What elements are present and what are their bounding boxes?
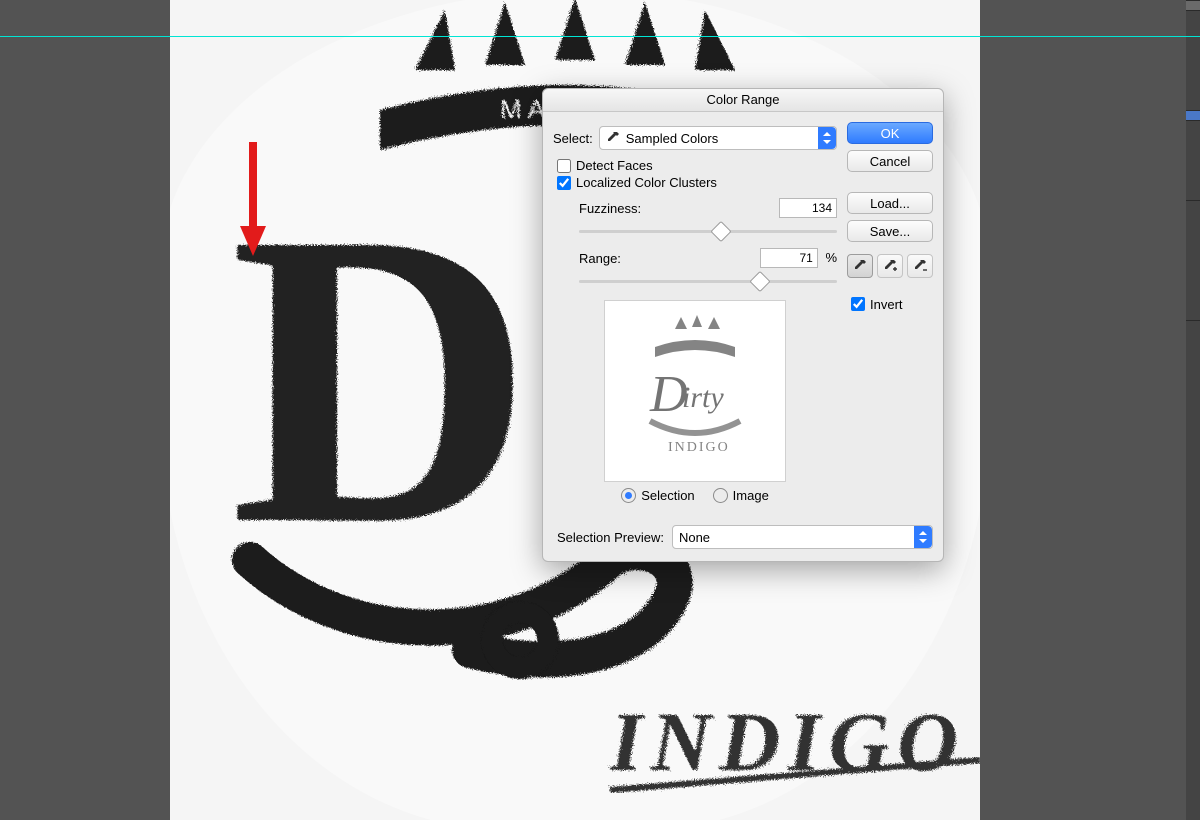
radio-icon (621, 488, 636, 503)
selection-preview-value: None (679, 530, 710, 545)
fuzziness-label: Fuzziness: (579, 201, 641, 216)
selection-preview-label: Selection Preview: (557, 530, 664, 545)
detect-faces-checkbox[interactable]: Detect Faces (557, 158, 837, 173)
load-button[interactable]: Load... (847, 192, 933, 214)
detect-faces-label: Detect Faces (576, 158, 653, 173)
range-label: Range: (579, 251, 621, 266)
radio-icon (713, 488, 728, 503)
range-slider[interactable] (579, 272, 837, 290)
eyedropper-minus-icon (913, 259, 927, 273)
eyedropper-icon (853, 259, 867, 273)
select-dropdown[interactable]: Sampled Colors (599, 126, 837, 150)
dialog-title[interactable]: Color Range (543, 89, 943, 112)
selection-preview-dropdown[interactable]: None (672, 525, 933, 549)
eyedropper-plus-icon (883, 259, 897, 273)
eyedropper-sample-tool[interactable] (847, 254, 873, 278)
range-input[interactable] (760, 248, 818, 268)
radio-label-selection: Selection (641, 488, 694, 503)
eyedropper-add-tool[interactable] (877, 254, 903, 278)
chevron-updown-icon (818, 127, 836, 149)
svg-text:irty: irty (682, 381, 724, 414)
radio-label-image: Image (733, 488, 769, 503)
ok-button[interactable]: OK (847, 122, 933, 144)
chevron-updown-icon (914, 526, 932, 548)
selection-preview-thumbnail: D irty INDIGO (604, 300, 786, 482)
color-range-dialog: Color Range Select: Sampled Colors (542, 88, 944, 562)
eyedropper-subtract-tool[interactable] (907, 254, 933, 278)
save-button[interactable]: Save... (847, 220, 933, 242)
photoshop-workspace: MADE IN DI INDIGO Color Range (0, 0, 1200, 820)
select-label: Select: (553, 131, 593, 146)
select-value: Sampled Colors (626, 131, 719, 146)
horizontal-guide[interactable] (0, 36, 1200, 37)
range-suffix: % (825, 250, 837, 265)
localized-clusters-checkbox[interactable]: Localized Color Clusters (557, 175, 837, 190)
preview-mode-image[interactable]: Image (713, 488, 769, 503)
panels-strip (1186, 0, 1200, 820)
preview-mode-selection[interactable]: Selection (621, 488, 694, 503)
invert-label: Invert (870, 297, 903, 312)
localized-clusters-input[interactable] (557, 176, 571, 190)
localized-clusters-label: Localized Color Clusters (576, 175, 717, 190)
svg-text:INDIGO: INDIGO (668, 440, 730, 455)
eyedropper-icon (606, 131, 620, 145)
fuzziness-slider[interactable] (579, 222, 837, 240)
fuzziness-input[interactable] (779, 198, 837, 218)
detect-faces-input[interactable] (557, 159, 571, 173)
cancel-button[interactable]: Cancel (847, 150, 933, 172)
invert-input[interactable] (851, 297, 865, 311)
invert-checkbox[interactable]: Invert (847, 294, 933, 314)
